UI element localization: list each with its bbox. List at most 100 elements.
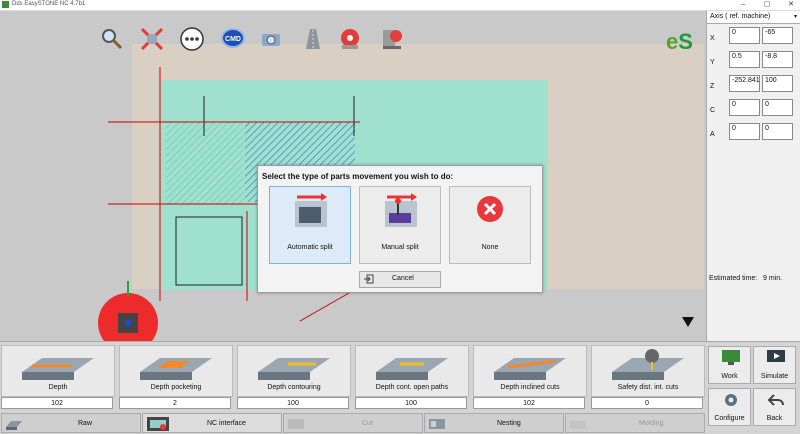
nesting-icon: [429, 419, 445, 429]
cancel-x-icon: [477, 196, 503, 222]
automatic-split-option[interactable]: Automatic split: [269, 186, 351, 264]
tab-molding[interactable]: Molding: [565, 413, 705, 433]
configure-button[interactable]: Configure: [708, 388, 751, 426]
machine-icon[interactable]: [380, 27, 404, 51]
play-screen-icon: [767, 350, 785, 362]
tool-depth-label: Depth: [48, 384, 68, 391]
safety-distance-icon: [612, 349, 684, 380]
axis-letter: A: [710, 131, 715, 138]
tool-depth-pocketing-label: Depth pocketing: [150, 384, 202, 391]
depth-icon: [22, 358, 94, 380]
hatched-part-green: [166, 122, 244, 205]
logo: eS: [666, 29, 693, 54]
tool-safety-dist[interactable]: Safety dist. int. cuts: [591, 345, 705, 397]
tab-nesting[interactable]: Nesting: [424, 413, 564, 433]
depth-pocketing-icon: [140, 358, 212, 380]
back-button[interactable]: Back: [753, 388, 796, 426]
chevron-down-icon: ▾: [793, 14, 797, 20]
axis-panel: Axis ( ref. machine) ▾ X 0 -65 Y 0.5 -8.…: [706, 11, 800, 341]
tool-depth-cont-open-paths-label: Depth cont. open paths: [375, 384, 449, 391]
monitor-icon: [722, 350, 740, 365]
axis-z-value[interactable]: -252.841: [729, 75, 760, 92]
axis-z-offset[interactable]: 100: [762, 75, 793, 92]
gear-icon: [725, 394, 737, 406]
automatic-split-label: Automatic split: [287, 244, 333, 251]
blade-icon[interactable]: [338, 27, 362, 51]
depth-pocketing-value-field[interactable]: 2: [119, 397, 231, 409]
tool-depth-inclined-cuts[interactable]: Depth inclined cuts: [473, 345, 587, 397]
work-label: Work: [721, 373, 738, 380]
molding-icon: [570, 421, 586, 429]
manual-split-option[interactable]: Manual split: [359, 186, 441, 264]
depth-open-paths-value-field[interactable]: 100: [355, 397, 467, 409]
tab-raw[interactable]: Raw: [1, 413, 141, 433]
depth-inclined-cuts-value-field[interactable]: 102: [473, 397, 585, 409]
back-label: Back: [766, 415, 783, 422]
tool-depth-pocketing[interactable]: Depth pocketing: [119, 345, 233, 397]
axis-y-offset[interactable]: -8.8: [762, 51, 793, 68]
axis-a-value[interactable]: 0: [729, 123, 760, 140]
axis-x-value[interactable]: 0: [729, 27, 760, 44]
tab-nc-interface-label: NC interface: [207, 420, 246, 427]
axis-a-offset[interactable]: 0: [762, 123, 793, 140]
simulate-button[interactable]: Simulate: [753, 346, 796, 384]
cmd-icon[interactable]: CMD: [221, 28, 245, 48]
more-icon[interactable]: [180, 27, 204, 51]
safety-dist-value-field[interactable]: 0: [591, 397, 703, 409]
title-bar: Dds EasySTONE NC 4.7b1 – ▢ ✕: [0, 0, 800, 11]
nc-interface-icon: [147, 417, 169, 431]
tool-safety-dist-label: Safety dist. int. cuts: [617, 384, 679, 391]
tab-nesting-label: Nesting: [497, 420, 521, 427]
bottom-panel: Depth 102 Depth pocketing 2 Depth contou…: [0, 341, 800, 434]
back-arrow-icon: [768, 394, 784, 406]
tool-depth-cont-open-paths[interactable]: Depth cont. open paths: [355, 345, 469, 397]
tab-molding-label: Molding: [639, 420, 664, 427]
drawing-canvas[interactable]: CMD eS Select the type of parts movement…: [0, 11, 706, 341]
fit-view-icon[interactable]: [140, 27, 164, 51]
zoom-icon[interactable]: [100, 27, 124, 51]
app-icon: [2, 1, 9, 8]
depth-contouring-value-field[interactable]: 100: [237, 397, 349, 409]
minimize-button[interactable]: –: [736, 0, 750, 10]
estimated-time-value: 9 min.: [763, 275, 783, 282]
depth-value-field[interactable]: 102: [1, 397, 113, 409]
axis-letter: X: [710, 35, 715, 42]
configure-label: Configure: [714, 415, 745, 422]
scroll-down-arrow[interactable]: [682, 317, 694, 327]
manual-split-label: Manual split: [381, 244, 419, 251]
cancel-button[interactable]: Cancel: [359, 271, 441, 288]
depth-contouring-icon: [258, 358, 330, 380]
camera-icon[interactable]: [260, 27, 284, 51]
manual-split-icon: [385, 193, 417, 227]
work-button[interactable]: Work: [708, 346, 751, 384]
tool-center: [125, 320, 131, 326]
exit-icon: [364, 274, 374, 284]
tab-raw-label: Raw: [78, 420, 93, 427]
tool-depth-inclined-cuts-label: Depth inclined cuts: [500, 384, 560, 391]
estimated-time-label: Estimated time:: [709, 275, 758, 282]
tab-nc-interface[interactable]: NC interface: [142, 413, 282, 433]
tab-cut-label: Cut: [362, 420, 373, 427]
axis-letter: Y: [710, 59, 715, 66]
none-label: None: [481, 244, 499, 251]
axis-y-value[interactable]: 0.5: [729, 51, 760, 68]
slab-icon[interactable]: [300, 27, 324, 51]
axis-c-value[interactable]: 0: [729, 99, 760, 116]
axis-x-offset[interactable]: -65: [762, 27, 793, 44]
maximize-button[interactable]: ▢: [760, 0, 774, 10]
cut-icon: [288, 419, 304, 429]
close-button[interactable]: ✕: [784, 0, 798, 10]
tool-depth-contouring-label: Depth contouring: [267, 384, 321, 391]
tab-cut[interactable]: Cut: [283, 413, 423, 433]
tool-depth-contouring[interactable]: Depth contouring: [237, 345, 351, 397]
axis-c-offset[interactable]: 0: [762, 99, 793, 116]
depth-open-paths-icon: [376, 358, 448, 380]
axis-reference-select[interactable]: Axis ( ref. machine) ▾: [707, 11, 800, 24]
window-title: Dds EasySTONE NC 4.7b1: [12, 1, 86, 7]
cancel-label: Cancel: [392, 275, 414, 282]
axis-letter: C: [710, 107, 716, 114]
parts-movement-dialog: Select the type of parts movement you wi…: [257, 165, 543, 293]
automatic-split-icon: [295, 193, 327, 227]
none-option[interactable]: None: [449, 186, 531, 264]
tool-depth[interactable]: Depth: [1, 345, 115, 397]
